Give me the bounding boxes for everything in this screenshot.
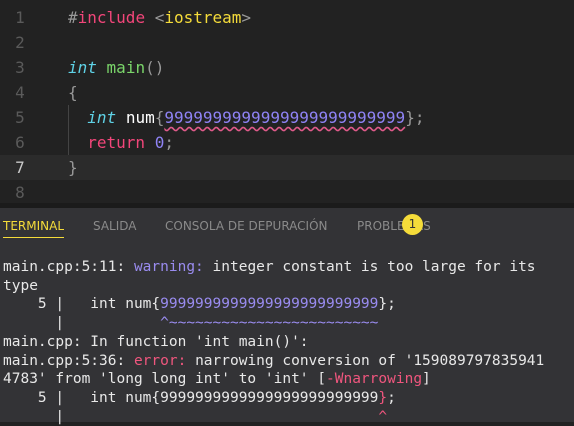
code-line-8[interactable]: 8: [0, 180, 574, 205]
int-keyword: int: [87, 108, 117, 127]
include-keyword: include: [77, 8, 146, 27]
source: 5 | int num{9999999999999999999999999: [3, 389, 379, 406]
angle-open: <: [154, 8, 165, 27]
location: main.cpp:5:36:: [3, 352, 134, 369]
return-keyword: return: [87, 133, 146, 152]
highlight: }: [378, 389, 388, 406]
message: 4783' from 'long long int' to 'int' [: [3, 371, 327, 388]
hash: #: [68, 8, 78, 27]
line-number: 8: [15, 183, 25, 202]
semicolon: ;: [164, 133, 174, 152]
problems-count-badge: 1: [402, 214, 423, 235]
error-label: error:: [133, 352, 187, 369]
tab-terminal[interactable]: TERMINAL: [3, 219, 65, 238]
message: integer constant is too large for its: [203, 259, 536, 275]
line-number: 1: [15, 8, 25, 27]
location: main.cpp:5:11:: [3, 259, 134, 275]
bottom-panel: TERMINAL SALIDA CONSOLA DE DEPURACIÓN PR…: [0, 208, 574, 425]
message: narrowing conversion of '159089797835941: [186, 352, 545, 369]
highlight: 9999999999999999999999999: [160, 296, 379, 313]
source: 5 | int num{: [3, 296, 161, 313]
tab-output[interactable]: SALIDA: [93, 219, 137, 233]
warning-flag: -Wnarrowing: [326, 371, 423, 388]
terminal-output[interactable]: main.cpp:5:11: warning: integer constant…: [3, 258, 544, 426]
terminal-line: 4783' from 'long long int' to 'int' [-Wn…: [3, 370, 544, 389]
line-number: 2: [15, 33, 25, 52]
number-literal: 0: [154, 133, 165, 152]
code-line-2[interactable]: 2: [0, 30, 574, 55]
angle-close: >: [241, 8, 252, 27]
code-line-6[interactable]: 6 return 0;: [0, 130, 574, 155]
line-number: 6: [15, 133, 25, 152]
warning-label: warning:: [133, 259, 204, 275]
int-keyword: int: [68, 58, 97, 77]
line-number: 3: [15, 58, 25, 77]
include-file: iostream: [164, 8, 242, 27]
parens: (): [145, 58, 165, 77]
code-line-5[interactable]: 5 int num{9999999999999999999999999};: [0, 105, 574, 130]
number-literal-error[interactable]: 9999999999999999999999999: [164, 108, 405, 127]
terminal-line: type: [3, 277, 38, 294]
caret-marker: ^: [378, 408, 388, 425]
code-line-4[interactable]: 4{: [0, 80, 574, 105]
gutter: |: [3, 315, 161, 332]
terminal-line: main.cpp: In function 'int main()':: [3, 333, 309, 350]
terminal-line: | ^~~~~~~~~~~~~~~~~~~~~~~~~: [3, 314, 544, 333]
terminal-line: main.cpp:5:11: warning: integer constant…: [3, 258, 544, 277]
open-brace: {: [68, 83, 78, 102]
tab-debug-console[interactable]: CONSOLA DE DEPURACIÓN: [165, 219, 328, 233]
source: ;: [387, 389, 396, 406]
semicolon: ;: [414, 108, 425, 127]
code-line-1[interactable]: 1 #include <iostream>: [0, 5, 574, 30]
variable-name: num: [125, 108, 155, 127]
message: ]: [422, 371, 431, 388]
line-number: 7: [15, 158, 25, 177]
gutter: |: [3, 408, 379, 425]
source: };: [378, 296, 396, 313]
function-name: main: [106, 58, 146, 77]
line-number: 5: [15, 108, 25, 127]
caret-marker: ^~~~~~~~~~~~~~~~~~~~~~~~~: [160, 315, 379, 332]
brace: {: [154, 108, 165, 127]
code-line-3[interactable]: 3 int main(): [0, 55, 574, 80]
terminal-line: | ^: [3, 408, 544, 426]
line-number: 4: [15, 83, 25, 102]
close-brace: }: [68, 158, 78, 177]
terminal-line: main.cpp:5:36: error: narrowing conversi…: [3, 352, 544, 371]
terminal-line: 5 | int num{9999999999999999999999999};: [3, 295, 544, 314]
code-editor[interactable]: 1 #include <iostream> 2 3 int main() 4{ 5 …: [0, 0, 574, 203]
code-line-7[interactable]: 7}: [0, 155, 574, 180]
brace: }: [405, 108, 415, 127]
terminal-line: 5 | int num{9999999999999999999999999};: [3, 389, 544, 408]
